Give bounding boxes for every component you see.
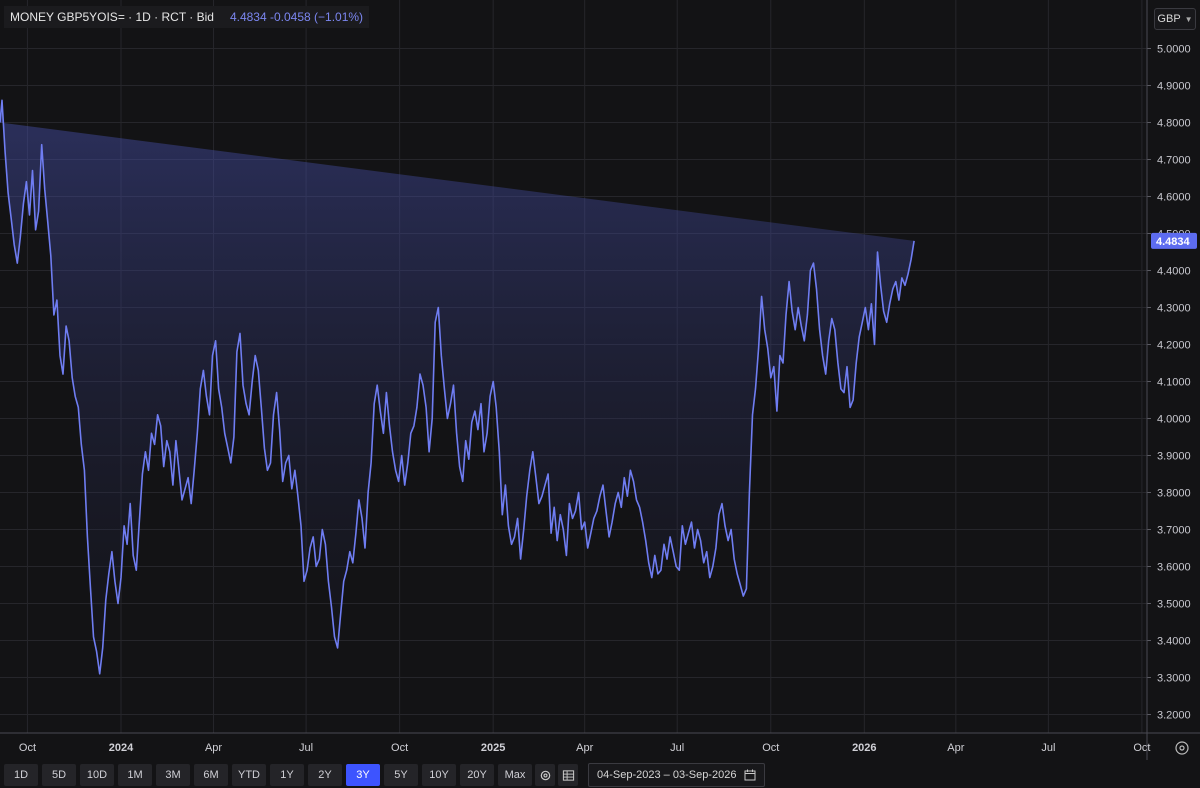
x-tick-label: Jul xyxy=(1041,742,1055,754)
x-tick-label: Oct xyxy=(1133,742,1150,754)
calendar-icon xyxy=(744,769,756,781)
y-tick-label: 4.0000 xyxy=(1157,414,1191,426)
period-button-5y[interactable]: 5Y xyxy=(384,764,418,786)
x-tick-label: 2026 xyxy=(852,742,876,754)
period-button-10y[interactable]: 10Y xyxy=(422,764,456,786)
x-tick-label: Oct xyxy=(762,742,779,754)
y-tick-label: 4.8000 xyxy=(1157,118,1191,130)
period-button-ytd[interactable]: YTD xyxy=(232,764,266,786)
period-button-3m[interactable]: 3M xyxy=(156,764,190,786)
y-tick-label: 3.4000 xyxy=(1157,636,1191,648)
table-icon[interactable] xyxy=(558,764,578,786)
y-tick-label: 4.3000 xyxy=(1157,303,1191,315)
x-tick-label: 2024 xyxy=(109,742,134,754)
y-tick-label: 4.7000 xyxy=(1157,155,1191,167)
symbol-label: MONEY GBP5YOIS= · 1D · RCT · Bid xyxy=(10,10,214,24)
chevron-down-icon: ▼ xyxy=(1184,14,1193,24)
y-tick-label: 3.6000 xyxy=(1157,562,1191,574)
y-tick-label: 4.1000 xyxy=(1157,377,1191,389)
date-range-text: 04-Sep-2023 – 03-Sep-2026 xyxy=(597,769,737,781)
period-button-5d[interactable]: 5D xyxy=(42,764,76,786)
period-button-20y[interactable]: 20Y xyxy=(460,764,494,786)
period-toolbar: 1D 5D 10D 1M 3M 6M YTD 1Y 2Y 3Y 5Y 10Y 20Y Max 04-Sep… xyxy=(0,762,1200,788)
y-tick-label: 3.7000 xyxy=(1157,525,1191,537)
x-tick-label: 2025 xyxy=(481,742,505,754)
y-tick-label: 4.2000 xyxy=(1157,340,1191,352)
x-tick-label: Apr xyxy=(947,742,964,754)
y-tick-label: 3.3000 xyxy=(1157,673,1191,685)
currency-selector[interactable]: GBP ▼ xyxy=(1154,8,1196,30)
target-settings-icon[interactable] xyxy=(1172,738,1192,758)
chart-header: MONEY GBP5YOIS= · 1D · RCT · Bid 4.4834 … xyxy=(4,6,370,28)
y-tick-label: 3.2000 xyxy=(1157,710,1191,722)
gear-icon[interactable] xyxy=(535,764,555,786)
x-tick-label: Jul xyxy=(299,742,313,754)
chart-canvas[interactable]: 3.2000 3.3000 3.4000 3.5000 3.6000 3.7000 3.80… xyxy=(0,0,1200,760)
last-price-label: 4.4834 xyxy=(1156,236,1191,248)
period-button-2y[interactable]: 2Y xyxy=(308,764,342,786)
period-button-6m[interactable]: 6M xyxy=(194,764,228,786)
y-tick-label: 4.6000 xyxy=(1157,192,1191,204)
period-button-1y[interactable]: 1Y xyxy=(270,764,304,786)
y-tick-label: 3.9000 xyxy=(1157,451,1191,463)
x-tick-label: Apr xyxy=(205,742,222,754)
x-tick-label: Oct xyxy=(391,742,408,754)
period-button-10d[interactable]: 10D xyxy=(80,764,114,786)
currency-label: GBP xyxy=(1157,13,1181,25)
period-button-3y[interactable]: 3Y xyxy=(346,764,380,786)
x-tick-label: Apr xyxy=(576,742,593,754)
period-button-max[interactable]: Max xyxy=(498,764,532,786)
quote-values: 4.4834 -0.0458 (−1.01%) xyxy=(229,10,364,24)
price-chart[interactable]: 3.2000 3.3000 3.4000 3.5000 3.6000 3.7000 3.80… xyxy=(0,0,1200,760)
period-button-1m[interactable]: 1M xyxy=(118,764,152,786)
y-tick-label: 3.8000 xyxy=(1157,488,1191,500)
y-tick-label: 5.0000 xyxy=(1157,44,1191,56)
date-range-picker[interactable]: 04-Sep-2023 – 03-Sep-2026 xyxy=(588,763,766,787)
period-button-1d[interactable]: 1D xyxy=(4,764,38,786)
y-tick-label: 4.9000 xyxy=(1157,81,1191,93)
x-tick-label: Jul xyxy=(670,742,684,754)
y-tick-label: 4.4000 xyxy=(1157,266,1191,278)
x-tick-label: Oct xyxy=(19,742,36,754)
y-tick-label: 3.5000 xyxy=(1157,599,1191,611)
